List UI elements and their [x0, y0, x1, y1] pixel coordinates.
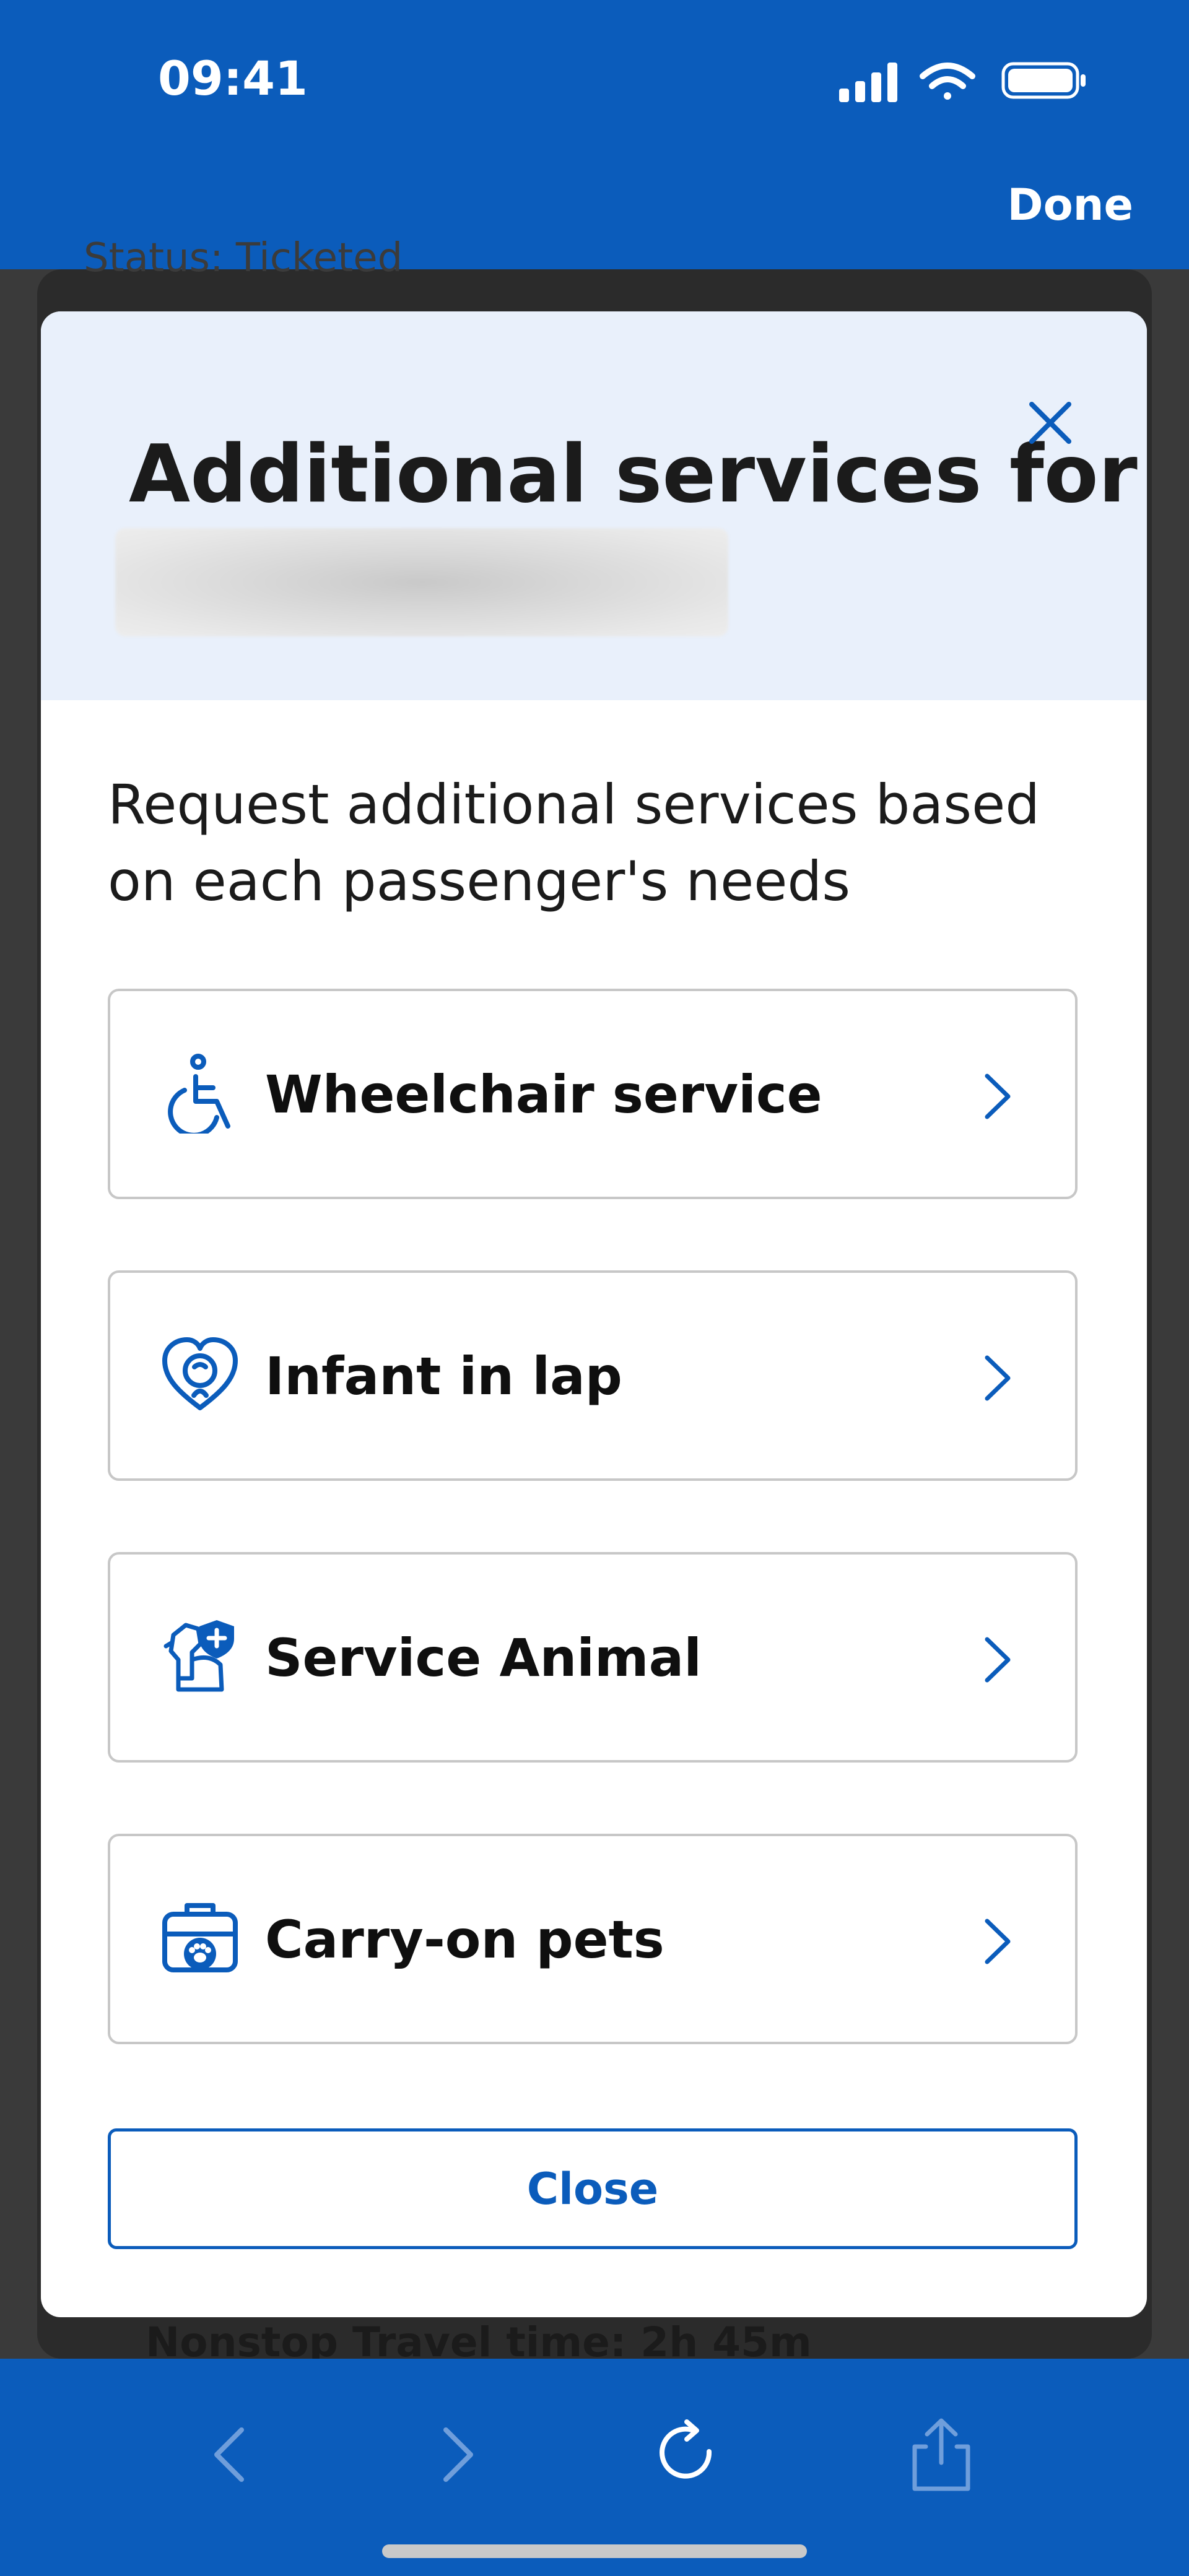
option-label: Wheelchair service [265, 1064, 822, 1125]
share-icon[interactable] [901, 2414, 982, 2495]
modal-title: Additional services for [129, 428, 1138, 521]
chevron-right-icon [985, 1637, 1011, 1683]
infant-heart-icon [162, 1337, 238, 1410]
pet-carrier-icon [162, 1903, 238, 1972]
chevron-right-icon [985, 1355, 1011, 1401]
back-icon[interactable] [192, 2414, 272, 2495]
option-infant-in-lap[interactable]: Infant in lap [108, 1270, 1078, 1481]
home-indicator [382, 2544, 807, 2558]
signal-icon [839, 63, 897, 102]
forward-icon[interactable] [415, 2414, 495, 2495]
modal-header: Additional services for [41, 311, 1147, 700]
status-icons [839, 62, 1086, 102]
status-time: 09:41 [158, 51, 308, 106]
redacted-passenger-name [115, 528, 728, 636]
additional-services-modal: Additional services for Request addition… [41, 311, 1147, 2317]
chevron-right-icon [985, 1919, 1011, 1964]
wheelchair-icon [168, 1054, 230, 1134]
browser-toolbar [0, 2359, 1189, 2576]
close-button[interactable]: Close [108, 2128, 1078, 2249]
reload-icon[interactable] [648, 2414, 729, 2495]
intro-text: Request additional services based on eac… [108, 773, 1040, 913]
option-label: Infant in lap [265, 1346, 622, 1407]
background-status-text: Status: Ticketed [84, 235, 403, 281]
battery-icon [1001, 62, 1086, 99]
option-carry-on-pets[interactable]: Carry-on pets [108, 1834, 1078, 2044]
status-bar: 09:41 [0, 0, 1189, 161]
done-button[interactable]: Done [1007, 180, 1133, 230]
option-service-animal[interactable]: Service Animal [108, 1552, 1078, 1763]
option-wheelchair-service[interactable]: Wheelchair service [108, 989, 1078, 1199]
option-label: Service Animal [265, 1628, 702, 1688]
close-icon[interactable] [1016, 389, 1084, 457]
service-animal-icon [163, 1620, 234, 1692]
wifi-icon [920, 63, 975, 100]
chevron-right-icon [985, 1073, 1011, 1119]
option-label: Carry-on pets [265, 1909, 664, 1970]
